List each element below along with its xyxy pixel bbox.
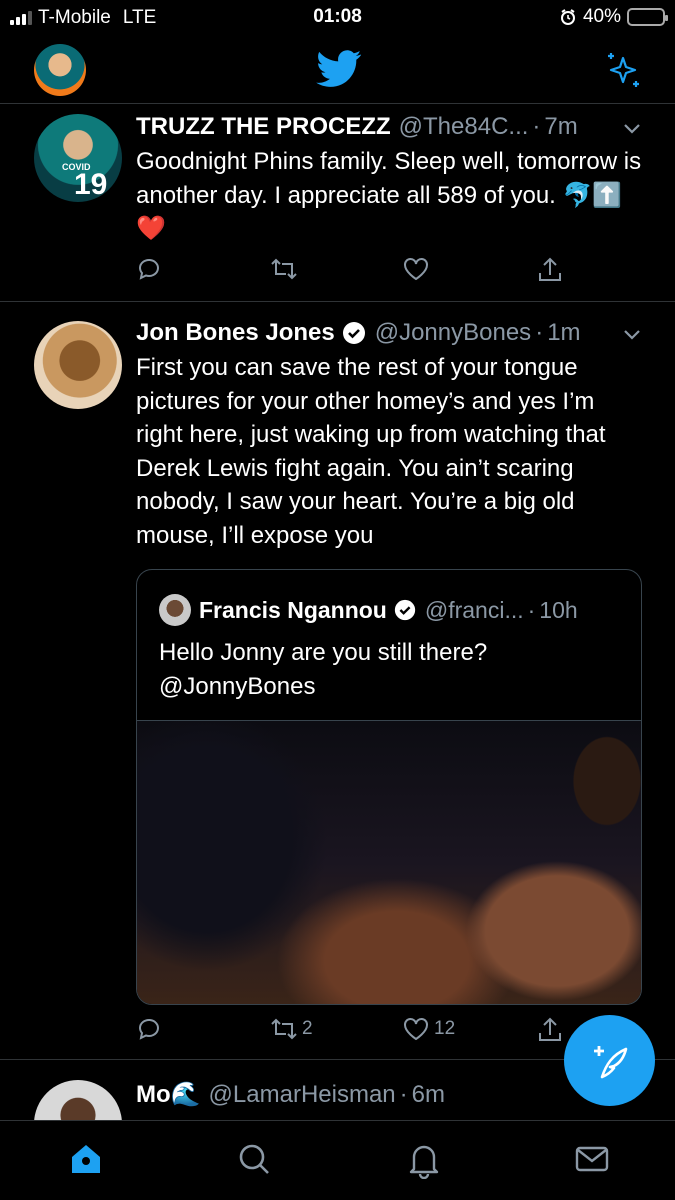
tweet-text: Goodnight Phins family. Sleep well, tomo… bbox=[136, 148, 642, 242]
home-icon[interactable] bbox=[68, 1141, 104, 1177]
separator-dot: · bbox=[532, 113, 541, 140]
tweet-header: Jon Bones Jones @JonnyBones · 1m bbox=[136, 319, 655, 347]
reply-button[interactable] bbox=[136, 256, 166, 282]
tweet-actions bbox=[136, 256, 615, 286]
reply-icon bbox=[138, 258, 159, 280]
bottom-tab-bar bbox=[0, 1120, 675, 1200]
quoted-tweet-time: 10h bbox=[539, 596, 578, 623]
quoted-tweet-header: Francis Ngannou @franci... · 10h bbox=[159, 594, 578, 626]
messages-icon[interactable] bbox=[574, 1141, 610, 1177]
tweet-author-handle[interactable]: @LamarHeisman bbox=[209, 1081, 396, 1109]
heart-icon bbox=[404, 258, 428, 281]
reply-button[interactable] bbox=[136, 1016, 166, 1042]
like-count: 12 bbox=[434, 1018, 456, 1039]
retweet-button[interactable] bbox=[270, 256, 302, 282]
separator-dot: · bbox=[527, 596, 536, 623]
tweet-actions: 2 12 bbox=[136, 1016, 615, 1046]
quoted-tweet[interactable]: Francis Ngannou @franci... · 10h Hello J… bbox=[136, 569, 642, 1005]
tweet-author-name[interactable]: Mo🌊 bbox=[136, 1080, 201, 1109]
chevron-down-icon[interactable] bbox=[621, 117, 643, 139]
retweet-button[interactable]: 2 bbox=[270, 1016, 313, 1042]
reply-icon bbox=[138, 1018, 159, 1040]
compose-tweet-button[interactable] bbox=[564, 1015, 655, 1106]
search-icon[interactable] bbox=[236, 1141, 272, 1177]
verified-badge-icon bbox=[394, 599, 416, 621]
verified-badge-icon bbox=[342, 322, 365, 344]
heart-icon bbox=[404, 1018, 428, 1041]
battery-percent: 40% bbox=[582, 6, 621, 27]
tweet[interactable]: 19 COVID TRUZZ THE PROCEZZ @The84C... · … bbox=[0, 105, 675, 302]
compose-feather-icon bbox=[593, 1045, 627, 1078]
separator-dot: · bbox=[399, 1080, 408, 1108]
tweet-author-handle[interactable]: @The84C... bbox=[399, 113, 529, 141]
tweet-avatar[interactable] bbox=[34, 1080, 122, 1121]
tweet-avatar[interactable]: 19 COVID bbox=[34, 114, 122, 202]
separator-dot: · bbox=[535, 319, 544, 346]
top-header bbox=[0, 36, 675, 104]
tweet-avatar[interactable] bbox=[34, 321, 122, 409]
tweet[interactable]: Jon Bones Jones @JonnyBones · 1m First y… bbox=[0, 302, 675, 1060]
tweet-text: First you can save the rest of your tong… bbox=[136, 354, 606, 549]
tweet-author-name[interactable]: Jon Bones Jones bbox=[136, 319, 335, 347]
share-button[interactable] bbox=[536, 256, 564, 284]
like-button[interactable] bbox=[402, 256, 434, 282]
quoted-tweet-text: Hello Jonny are you still there? @JonnyB… bbox=[159, 639, 488, 700]
tweet-time: 7m bbox=[544, 113, 578, 140]
alarm-icon bbox=[560, 9, 575, 25]
status-bar: T-Mobile LTE 01:08 40% bbox=[0, 0, 675, 36]
retweet-count: 2 bbox=[302, 1018, 313, 1039]
chevron-down-icon[interactable] bbox=[621, 323, 643, 345]
profile-avatar[interactable] bbox=[34, 44, 86, 96]
battery-icon bbox=[627, 8, 668, 26]
quoted-author-name: Francis Ngannou bbox=[199, 596, 387, 623]
share-button[interactable] bbox=[536, 1016, 564, 1044]
quoted-tweet-photo[interactable] bbox=[137, 720, 641, 1004]
avatar-jersey-number: 19 COVID bbox=[62, 162, 107, 201]
share-icon bbox=[539, 1017, 561, 1041]
sparkle-icon[interactable] bbox=[603, 50, 643, 90]
quoted-tweet-avatar bbox=[159, 594, 191, 626]
retweet-icon bbox=[271, 258, 297, 280]
share-icon bbox=[539, 257, 561, 281]
tweet-time: 6m bbox=[411, 1080, 445, 1108]
tweet-author-handle[interactable]: @JonnyBones bbox=[375, 319, 531, 347]
tweet-author-name[interactable]: TRUZZ THE PROCEZZ bbox=[136, 113, 391, 141]
svg-text:COVID: COVID bbox=[62, 162, 91, 172]
tweet-header: TRUZZ THE PROCEZZ @The84C... · 7m bbox=[136, 113, 655, 141]
twitter-bird-icon[interactable] bbox=[316, 50, 362, 88]
notifications-icon[interactable] bbox=[406, 1141, 442, 1179]
tweet-time: 1m bbox=[547, 319, 581, 346]
quoted-author-handle: @franci... bbox=[424, 596, 524, 623]
retweet-icon bbox=[271, 1018, 297, 1040]
svg-text:19: 19 bbox=[74, 168, 107, 201]
status-right: 40% bbox=[559, 6, 668, 28]
like-button[interactable]: 12 bbox=[402, 1016, 455, 1042]
